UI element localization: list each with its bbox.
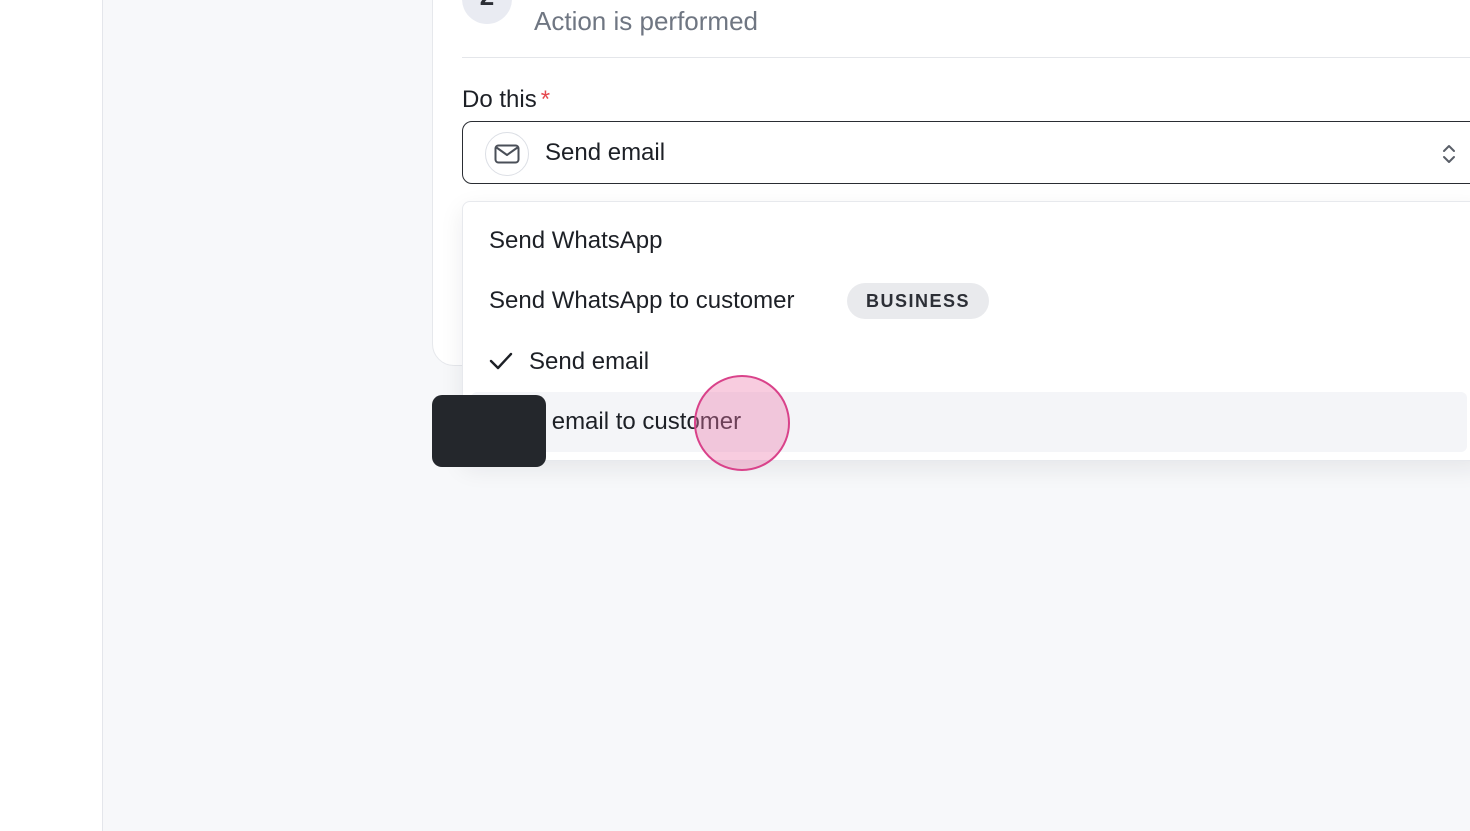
selected-action-value: Send email bbox=[545, 139, 666, 166]
section-divider bbox=[462, 57, 1470, 58]
option-label: Send email bbox=[529, 348, 650, 375]
mail-icon bbox=[485, 132, 529, 176]
left-sidebar bbox=[0, 0, 103, 831]
option-label: Send WhatsApp bbox=[489, 227, 663, 254]
action-dropdown-menu: Send WhatsApp Send WhatsApp to customer … bbox=[462, 201, 1470, 461]
save-button[interactable] bbox=[432, 395, 546, 467]
option-label: Send WhatsApp to customer bbox=[489, 287, 795, 314]
option-send-whatsapp[interactable]: Send WhatsApp bbox=[471, 211, 1467, 271]
option-send-email[interactable]: Send email bbox=[471, 332, 1467, 392]
option-send-email-to-customer[interactable]: Send email to customer bbox=[471, 392, 1467, 452]
field-label-text: Do this bbox=[462, 86, 537, 113]
required-asterisk: * bbox=[540, 86, 551, 113]
step-subtitle: Action is performed bbox=[534, 6, 758, 36]
action-select[interactable]: Send email bbox=[462, 121, 1470, 184]
chevron-up-down-icon bbox=[1443, 145, 1455, 163]
business-plan-badge: BUSINESS bbox=[847, 283, 990, 319]
step-number: 2 bbox=[480, 0, 494, 12]
checkmark-icon bbox=[489, 352, 513, 370]
do-this-label: Do this * bbox=[462, 86, 550, 114]
option-send-whatsapp-to-customer[interactable]: Send WhatsApp to customer BUSINESS bbox=[471, 271, 1467, 331]
